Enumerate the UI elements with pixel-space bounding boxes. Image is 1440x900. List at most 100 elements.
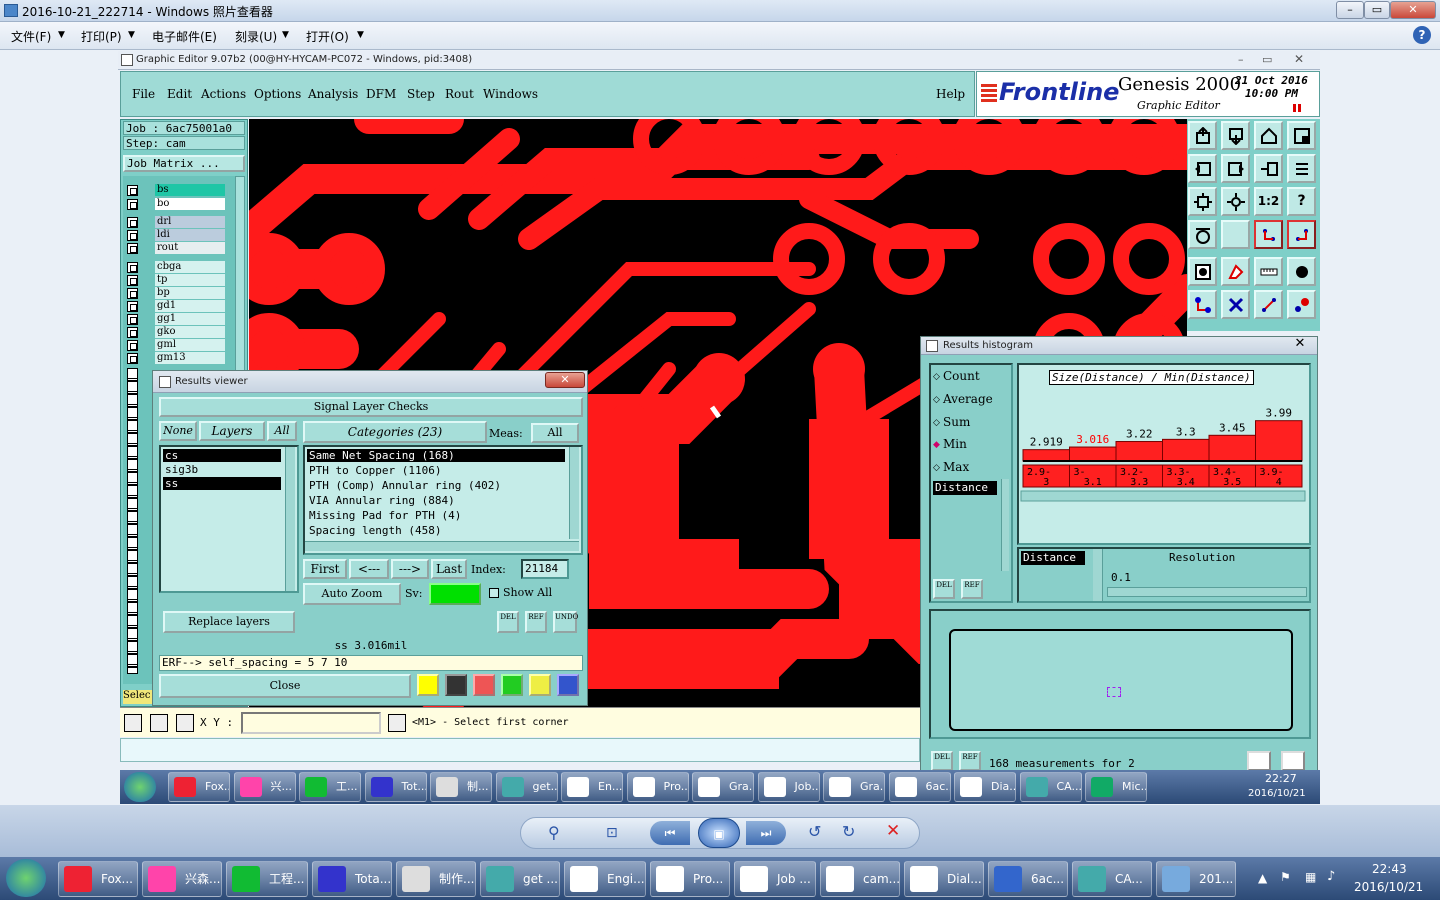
replace-layers-select[interactable]: Replace layers — [163, 611, 295, 633]
ref-button[interactable]: REF — [959, 751, 981, 771]
menu-open[interactable]: 打开(O) — [306, 28, 349, 45]
maximize-button[interactable]: ▭ — [1364, 1, 1390, 19]
start-orb-icon[interactable] — [124, 772, 156, 802]
layer-row[interactable]: gko — [127, 326, 227, 338]
query-icon[interactable]: ? — [1287, 187, 1316, 216]
tray-up-icon[interactable]: ▲ — [1258, 871, 1267, 885]
network-icon[interactable]: ▦ — [1305, 870, 1316, 884]
ref-button[interactable]: REF — [525, 611, 547, 633]
close-icon[interactable]: ✕ — [545, 372, 585, 388]
inner-task-button[interactable]: Gra... — [692, 772, 754, 802]
undo-button[interactable]: UNDO — [553, 611, 578, 633]
inner-task-button[interactable]: Job... — [757, 772, 820, 802]
grid-icon[interactable] — [1221, 220, 1250, 249]
tool-button[interactable] — [1287, 290, 1316, 319]
next-icon[interactable]: ⏭ — [746, 821, 786, 845]
tool-button[interactable] — [1287, 257, 1316, 286]
tool-button[interactable] — [1254, 121, 1283, 150]
menu-analysis[interactable]: Analysis — [308, 87, 358, 101]
inner-task-button[interactable]: Tot... — [364, 772, 427, 802]
auto-zoom-select[interactable]: Auto Zoom — [303, 583, 401, 605]
histogram-bar[interactable] — [1069, 446, 1117, 462]
task-button[interactable]: get ... — [480, 861, 560, 897]
layer-row[interactable]: cbga — [127, 261, 227, 273]
menu-windows[interactable]: Windows — [483, 87, 538, 101]
inner-task-button[interactable]: 工... — [299, 772, 361, 802]
grid-off-icon[interactable] — [473, 674, 495, 696]
list-item[interactable]: VIA Annular ring (884) — [307, 494, 455, 507]
next-button[interactable]: ---> — [391, 559, 429, 579]
close-button[interactable]: Close — [159, 674, 411, 698]
none-button[interactable]: None — [159, 421, 197, 441]
menu-options[interactable]: Options — [254, 87, 301, 101]
tool-button[interactable] — [1254, 220, 1283, 249]
histogram-bar[interactable] — [1162, 438, 1210, 462]
tool-button[interactable] — [1221, 121, 1250, 150]
task-button[interactable]: Job ... — [734, 861, 816, 897]
list-item[interactable]: PTH (Comp) Annular ring (402) — [307, 479, 501, 492]
inner-task-button[interactable]: 6ac... — [888, 772, 951, 802]
tool-button[interactable] — [1188, 187, 1217, 216]
histogram-bar[interactable] — [1208, 434, 1256, 462]
menu-edit[interactable]: Edit — [167, 87, 192, 101]
task-button[interactable]: 制作... — [396, 861, 476, 897]
angle-tool-icon[interactable] — [150, 714, 168, 732]
menu-actions[interactable]: Actions — [201, 87, 246, 101]
menu-rout[interactable]: Rout — [445, 87, 474, 101]
tool-button[interactable] — [1287, 154, 1316, 183]
category-results-list[interactable]: Same Net Spacing (168) PTH to Copper (11… — [303, 445, 583, 555]
chart-hscrollbar[interactable] — [1020, 490, 1306, 502]
del-button[interactable]: DEL — [931, 751, 953, 771]
inner-task-button[interactable]: Gra... — [823, 772, 885, 802]
index-input[interactable]: 21184 — [521, 559, 569, 579]
rotate-right-icon[interactable]: ↻ — [842, 822, 855, 841]
inner-task-button[interactable]: Pro... — [626, 772, 689, 802]
close-icon[interactable]: ✕ — [1285, 336, 1315, 354]
tool-button[interactable] — [1221, 257, 1250, 286]
radio-sum[interactable]: Sum — [943, 415, 970, 429]
show-all-checkbox[interactable] — [489, 588, 499, 598]
histogram-icon[interactable] — [557, 674, 579, 696]
task-button[interactable]: Pro... — [650, 861, 730, 897]
layer-row[interactable]: rout — [127, 242, 227, 254]
inner-task-button[interactable]: Mic... — [1085, 772, 1147, 802]
chart2-icon[interactable] — [1281, 751, 1305, 771]
tool-button[interactable] — [1221, 154, 1250, 183]
last-button[interactable]: Last — [431, 559, 467, 579]
layer-row[interactable]: gd1 — [127, 300, 227, 312]
list-item[interactable]: PTH to Copper (1106) — [307, 464, 441, 477]
layer-row[interactable]: tp — [127, 274, 227, 286]
tool-button[interactable] — [1188, 154, 1217, 183]
list-item[interactable]: ss — [163, 477, 281, 490]
del-button[interactable]: DEL — [933, 579, 955, 599]
sv-color-button[interactable] — [429, 583, 481, 605]
chart-icon[interactable] — [1247, 751, 1271, 771]
menu-print[interactable]: 打印(P) — [81, 28, 122, 45]
flag-icon[interactable]: ⚑ — [1280, 870, 1291, 884]
close-window-button[interactable]: ✕ — [1390, 1, 1436, 19]
layers-button[interactable]: Layers — [199, 421, 265, 441]
pointer-tool-icon[interactable] — [124, 714, 142, 732]
del-button[interactable]: DEL — [497, 611, 519, 633]
layer-row[interactable]: bs — [127, 184, 227, 196]
histogram-bar[interactable] — [1022, 449, 1070, 462]
field-scrollbar[interactable] — [1001, 479, 1009, 571]
list-item[interactable]: Missing Pad for PTH (4) — [307, 509, 461, 522]
field-selected[interactable]: Distance — [933, 481, 997, 495]
layer-row[interactable]: ldi — [127, 229, 227, 241]
list-hscrollbar[interactable] — [305, 541, 579, 551]
histogram-bar[interactable] — [1255, 420, 1303, 462]
task-button[interactable]: Fox... — [58, 861, 138, 897]
task-button[interactable]: Tota... — [312, 861, 392, 897]
tool-button[interactable] — [1188, 121, 1217, 150]
tool-button[interactable] — [1254, 290, 1283, 319]
menu-file[interactable]: File — [132, 87, 155, 101]
inner-task-button[interactable]: 制... — [430, 772, 492, 802]
task-button[interactable]: 6ac... — [988, 861, 1068, 897]
layer-row[interactable]: gm13 — [127, 352, 227, 364]
maximize-icon[interactable]: ▭ — [1262, 53, 1272, 66]
menu-file[interactable]: 文件(F) — [11, 28, 51, 45]
tool-button[interactable] — [1287, 121, 1316, 150]
inner-task-button[interactable]: Fox... — [168, 772, 230, 802]
task-button[interactable]: CA... — [1072, 861, 1152, 897]
